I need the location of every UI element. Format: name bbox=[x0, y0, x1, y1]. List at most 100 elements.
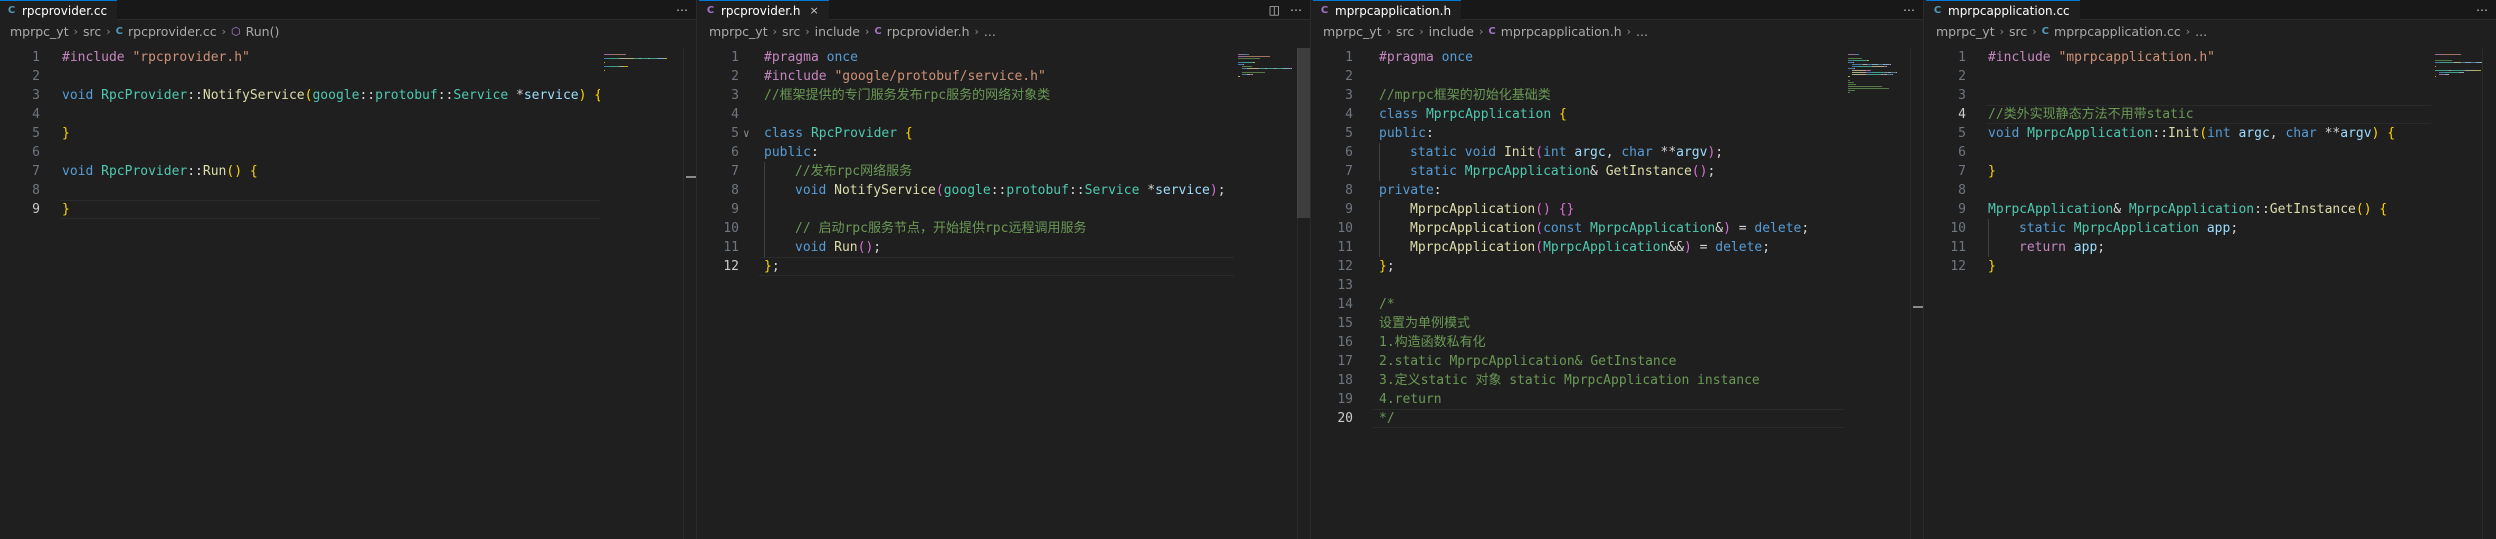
code-line[interactable]: 11 void Run(); bbox=[699, 238, 1310, 257]
code-line[interactable]: 5 void MprpcApplication::Init(int argc, c… bbox=[1926, 124, 2496, 143]
vertical-scrollbar[interactable] bbox=[1910, 48, 1923, 539]
minimap[interactable] bbox=[600, 48, 684, 539]
code-line[interactable]: 6 bbox=[0, 143, 696, 162]
minimap-token bbox=[1848, 80, 1850, 81]
more-actions-icon[interactable]: ⋯ bbox=[1903, 3, 1915, 17]
code-line[interactable]: 1 #pragma once bbox=[699, 48, 1310, 67]
breadcrumb-item[interactable]: rpcprovider.h bbox=[887, 24, 970, 39]
code-line[interactable]: 8 bbox=[0, 181, 696, 200]
minimap[interactable] bbox=[1844, 48, 1910, 539]
breadcrumb-item[interactable]: src bbox=[83, 24, 101, 39]
breadcrumb-item[interactable]: mprpcapplication.cc bbox=[2054, 24, 2181, 39]
code-line[interactable]: 13 bbox=[1313, 276, 1923, 295]
code-line[interactable]: 20 */ bbox=[1313, 409, 1923, 428]
breadcrumb-item[interactable]: ... bbox=[984, 24, 996, 39]
breadcrumb-item[interactable]: include bbox=[815, 24, 860, 39]
code-line[interactable]: 5 public: bbox=[1313, 124, 1923, 143]
code-line[interactable]: 14 /* bbox=[1313, 295, 1923, 314]
code-line[interactable]: 4 //类外实现静态方法不用带static bbox=[1926, 105, 2496, 124]
breadcrumb-item[interactable]: Run() bbox=[246, 24, 280, 39]
breadcrumb-item[interactable]: mprpc_yt bbox=[709, 24, 768, 39]
code-line[interactable]: 9} bbox=[0, 200, 696, 219]
vertical-scrollbar[interactable] bbox=[683, 48, 696, 539]
code-line[interactable]: 4 bbox=[0, 105, 696, 124]
code-line[interactable]: 12}; bbox=[699, 257, 1310, 276]
breadcrumb-item[interactable]: mprpcapplication.h bbox=[1501, 24, 1622, 39]
minimap-token bbox=[1854, 68, 1855, 69]
code-line[interactable]: 6 public: bbox=[699, 143, 1310, 162]
minimap-token bbox=[1238, 56, 1246, 57]
breadcrumb-item[interactable]: ... bbox=[1636, 24, 1648, 39]
code-line[interactable]: 2 #include "google/protobuf/service.h" bbox=[699, 67, 1310, 86]
more-actions-icon[interactable]: ⋯ bbox=[676, 3, 688, 17]
code-line[interactable]: 10 static MprpcApplication app; bbox=[1926, 219, 2496, 238]
code-line[interactable]: 3 //mprpc框架的初始化基础类 bbox=[1313, 86, 1923, 105]
tab-mprpcapplication-h[interactable]: C mprpcapplication.h bbox=[1313, 0, 1462, 20]
breadcrumb-item[interactable]: src bbox=[782, 24, 800, 39]
tab-rpcprovider-h[interactable]: C rpcprovider.h × bbox=[699, 0, 829, 20]
code-line[interactable]: 11 return app; bbox=[1926, 238, 2496, 257]
vertical-scrollbar[interactable] bbox=[2482, 48, 2496, 539]
more-actions-icon[interactable]: ⋯ bbox=[1290, 3, 1302, 17]
code-line[interactable]: 5} bbox=[0, 124, 696, 143]
breadcrumb-item[interactable]: mprpc_yt bbox=[1936, 24, 1995, 39]
code-line[interactable]: 8 bbox=[1926, 181, 2496, 200]
code-line[interactable]: 2 bbox=[1313, 67, 1923, 86]
code-editor[interactable]: 1 #include "rpcprovider.h" 2 3 void RpcProvi… bbox=[0, 48, 696, 219]
code-line[interactable]: 7 void RpcProvider::Run() { bbox=[0, 162, 696, 181]
breadcrumb-item[interactable]: mprpc_yt bbox=[10, 24, 69, 39]
scrollbar-thumb[interactable] bbox=[1297, 48, 1310, 218]
code-line[interactable]: 10 // 启动rpc服务节点，开始提供rpc远程调用服务 bbox=[699, 219, 1310, 238]
vertical-scrollbar[interactable] bbox=[1297, 48, 1310, 539]
code-line[interactable]: 6 bbox=[1926, 143, 2496, 162]
code-line[interactable]: 1 #include "rpcprovider.h" bbox=[0, 48, 696, 67]
code-line[interactable]: 8 void NotifyService(google::protobuf::Se… bbox=[699, 181, 1310, 200]
code-editor[interactable]: 1 #pragma once 2 3 //mprpc框架的初始化基础类 4 class Mp… bbox=[1313, 48, 1923, 428]
code-editor[interactable]: 1 #include "mprpcapplication.h" 2 3 4 //类外实现静… bbox=[1926, 48, 2496, 276]
code-line[interactable]: 8 private: bbox=[1313, 181, 1923, 200]
code-line[interactable]: 17 2.static MprpcApplication& GetInstance bbox=[1313, 352, 1923, 371]
code-line[interactable]: 16 1.构造函数私有化 bbox=[1313, 333, 1923, 352]
code-line[interactable]: 19 4.return bbox=[1313, 390, 1923, 409]
breadcrumb-item[interactable]: ... bbox=[2195, 24, 2207, 39]
code-line[interactable]: 7 //发布rpc网络服务 bbox=[699, 162, 1310, 181]
code-line[interactable]: 15 设置为单例模式 bbox=[1313, 314, 1923, 333]
code-line[interactable]: 7 static MprpcApplication& GetInstance(); bbox=[1313, 162, 1923, 181]
code-line[interactable]: 3 void RpcProvider::NotifyService(google:… bbox=[0, 86, 696, 105]
code-line[interactable]: 4 class MprpcApplication { bbox=[1313, 105, 1923, 124]
code-line[interactable]: 4 bbox=[699, 105, 1310, 124]
code-line[interactable]: 2 bbox=[1926, 67, 2496, 86]
close-icon[interactable]: × bbox=[809, 4, 818, 17]
code-line[interactable]: 10 MprpcApplication(const MprpcApplicatio… bbox=[1313, 219, 1923, 238]
code-line[interactable]: 9 MprpcApplication() {} bbox=[1313, 200, 1923, 219]
code-line[interactable]: 9 MprpcApplication& MprpcApplication::Get… bbox=[1926, 200, 2496, 219]
code-line[interactable]: 12}; bbox=[1313, 257, 1923, 276]
split-editor-icon[interactable]: ◫ bbox=[1269, 3, 1280, 17]
code-line[interactable]: 12} bbox=[1926, 257, 2496, 276]
code-token: MprpcApplication bbox=[1410, 202, 1536, 217]
fold-chevron-icon[interactable]: ∨ bbox=[743, 124, 755, 143]
code-line[interactable]: 2 bbox=[0, 67, 696, 86]
code-line[interactable]: 1 #pragma once bbox=[1313, 48, 1923, 67]
code-line[interactable]: 3 //框架提供的专门服务发布rpc服务的网络对象类 bbox=[699, 86, 1310, 105]
tab-mprpcapplication-cc[interactable]: C mprpcapplication.cc bbox=[1926, 0, 2080, 20]
code-line[interactable]: 7} bbox=[1926, 162, 2496, 181]
minimap[interactable] bbox=[2431, 48, 2485, 539]
breadcrumb-item[interactable]: src bbox=[2009, 24, 2027, 39]
breadcrumb-item[interactable]: src bbox=[1396, 24, 1414, 39]
minimap[interactable] bbox=[1234, 48, 1298, 539]
code-line[interactable]: 11 MprpcApplication(MprpcApplication&&) =… bbox=[1313, 238, 1923, 257]
more-actions-icon[interactable]: ⋯ bbox=[2476, 3, 2488, 17]
code-line[interactable]: 1 #include "mprpcapplication.h" bbox=[1926, 48, 2496, 67]
code-line[interactable]: 3 bbox=[1926, 86, 2496, 105]
code-line[interactable]: 5 ∨ class RpcProvider { bbox=[699, 124, 1310, 143]
breadcrumb-item[interactable]: rpcprovider.cc bbox=[128, 24, 217, 39]
breadcrumb-item[interactable]: include bbox=[1429, 24, 1474, 39]
tab-rpcprovider-cc[interactable]: C rpcprovider.cc bbox=[0, 0, 118, 20]
code-editor[interactable]: 1 #pragma once 2 #include "google/protobuf/… bbox=[699, 48, 1310, 276]
breadcrumb-item[interactable]: mprpc_yt bbox=[1323, 24, 1382, 39]
code-line[interactable]: 18 3.定义static 对象 static MprpcApplication … bbox=[1313, 371, 1923, 390]
code-token: { bbox=[2379, 202, 2388, 217]
code-line[interactable]: 6 static void Init(int argc, char **argv)… bbox=[1313, 143, 1923, 162]
code-line[interactable]: 9 bbox=[699, 200, 1310, 219]
